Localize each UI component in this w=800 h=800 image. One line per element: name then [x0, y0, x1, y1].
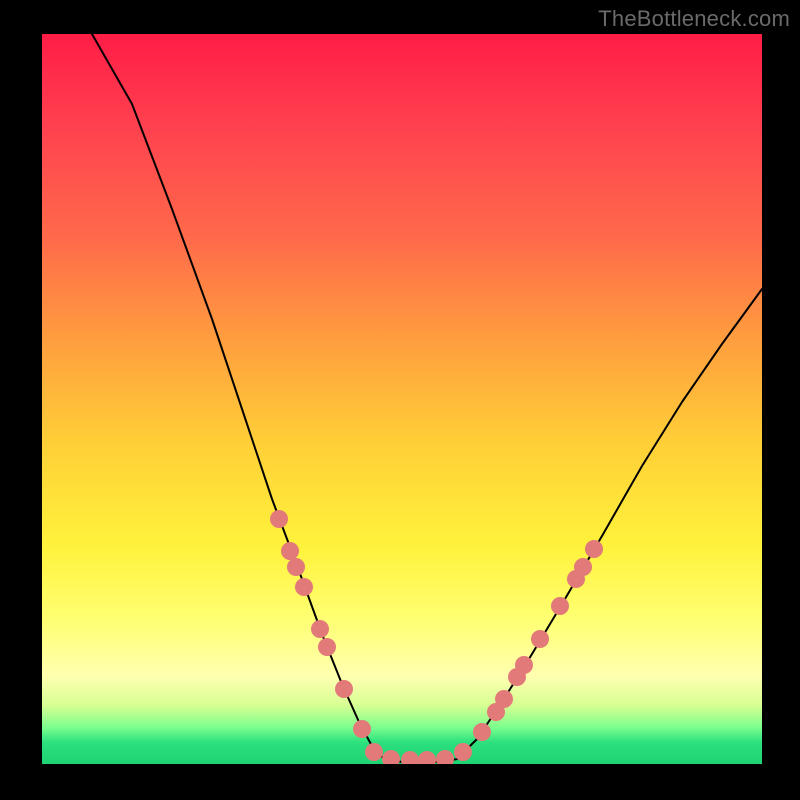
bottleneck-curve: [92, 34, 762, 762]
plot-area: [42, 34, 762, 764]
curve-svg: [42, 34, 762, 764]
curve-markers: [270, 510, 603, 764]
watermark-label: TheBottleneck.com: [598, 6, 790, 32]
chart-frame: TheBottleneck.com: [0, 0, 800, 800]
